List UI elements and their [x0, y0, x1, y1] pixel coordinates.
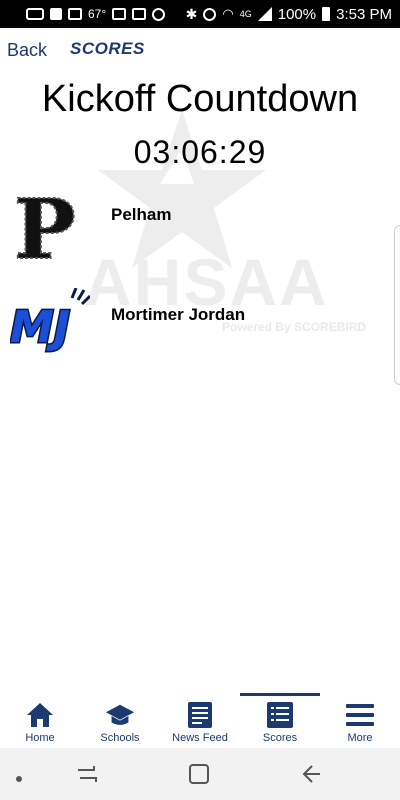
home-icon: [25, 701, 55, 729]
menu-icon: [345, 701, 375, 729]
edge-panel-handle[interactable]: [394, 225, 400, 385]
recent-apps-button[interactable]: [76, 764, 98, 789]
svg-text:P: P: [14, 188, 76, 264]
status-left: 67°: [26, 7, 166, 21]
back-button[interactable]: Back: [7, 40, 47, 61]
image-icon: [68, 8, 82, 20]
tab-label: Scores: [262, 732, 298, 744]
bluetooth-icon: ✱: [185, 5, 198, 22]
team-name: Mortimer Jordan: [111, 305, 246, 324]
tab-more[interactable]: More: [320, 693, 400, 748]
temperature-text: 67°: [88, 7, 107, 21]
tab-label: Home: [25, 732, 55, 744]
alarm-icon: [203, 7, 217, 21]
status-right: ✱ ◠ 4G 100% 3:53 PM: [186, 6, 392, 23]
status-bar: 67° ✱ ◠ 4G 100% 3:53 PM: [0, 0, 400, 28]
message-icon: [26, 8, 44, 20]
team-row[interactable]: P Pelham: [0, 181, 400, 279]
tab-label: Schools: [100, 732, 140, 744]
mail-icon: [132, 8, 147, 20]
tab-news-feed[interactable]: News Feed: [160, 693, 240, 748]
facebook-icon: [50, 8, 62, 20]
graduation-cap-icon: [105, 701, 135, 729]
bottom-tab-bar: Home Schools News Feed Scores More: [0, 693, 400, 748]
screen: 67° ✱ ◠ 4G 100% 3:53 PM Back SCORES AHSA…: [0, 0, 400, 800]
signal-icon: [257, 7, 272, 21]
wifi-icon: ◠: [222, 6, 234, 21]
clock-text: 3:53 PM: [336, 5, 392, 23]
system-nav-bar: [0, 748, 400, 800]
back-nav-button[interactable]: [300, 763, 322, 790]
battery-text: 100%: [277, 5, 317, 23]
sync-icon: [152, 7, 166, 21]
tab-schools[interactable]: Schools: [80, 693, 160, 748]
tab-scores[interactable]: Scores: [240, 693, 320, 748]
team-row[interactable]: MJ Mortimer Jordan: [0, 286, 400, 366]
countdown-timer: 03:06:29: [133, 134, 267, 170]
svg-text:MJ: MJ: [10, 302, 70, 353]
tab-home[interactable]: Home: [0, 693, 80, 748]
countdown-title: Kickoff Countdown: [41, 78, 359, 120]
home-button[interactable]: [188, 763, 210, 790]
mail-icon: [112, 8, 127, 20]
tab-label: News Feed: [172, 732, 228, 744]
team-name: Pelham: [111, 205, 172, 224]
battery-icon: [322, 7, 331, 21]
newspaper-icon: [185, 701, 215, 729]
active-tab-indicator: [240, 693, 320, 696]
dot-icon: [15, 770, 23, 788]
app-header: Back SCORES: [0, 28, 400, 72]
mortimer-jordan-logo: MJ: [9, 287, 92, 364]
network-text: 4G: [239, 9, 252, 19]
pelham-logo: P: [10, 181, 90, 279]
tab-label: More: [347, 732, 373, 744]
page-title: SCORES: [70, 39, 145, 58]
scoreboard-icon: [265, 701, 295, 729]
